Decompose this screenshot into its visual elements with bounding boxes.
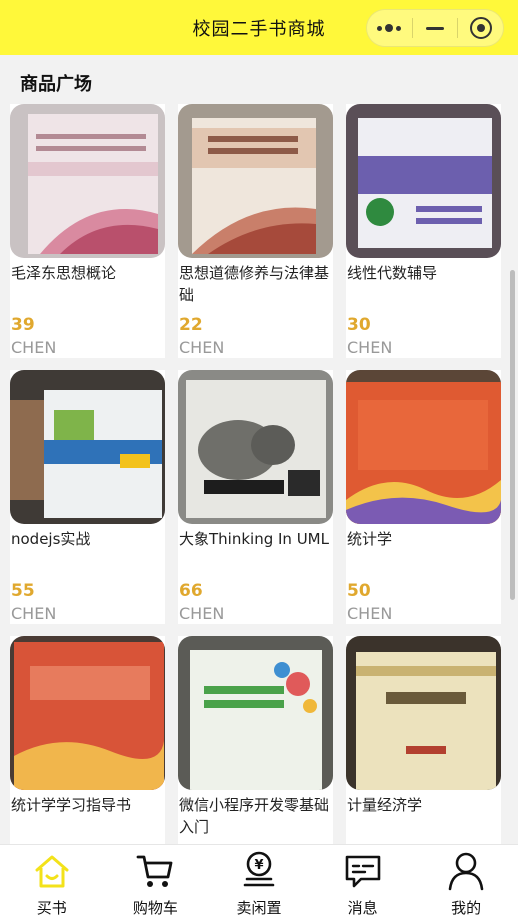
close-button[interactable] (458, 10, 503, 46)
product-cover-image[interactable] (178, 370, 333, 524)
tab-label: 我的 (451, 899, 482, 917)
product-cover-image[interactable] (346, 370, 501, 524)
user-icon (444, 849, 488, 893)
product-price: 66 (179, 581, 203, 601)
section-title: 商品广场 (20, 74, 92, 95)
tab-messages[interactable]: 消息 (311, 845, 415, 920)
product-card[interactable]: nodejs实战 55 CHEN (10, 370, 165, 624)
product-name: 计量经济学 (347, 796, 423, 814)
product-cover-image[interactable] (10, 636, 165, 790)
product-seller: CHEN (347, 604, 393, 623)
sell-icon: ¥ (237, 849, 281, 893)
product-price: 50 (347, 581, 371, 601)
product-seller: CHEN (347, 338, 393, 357)
message-icon (341, 849, 385, 893)
product-cover-image[interactable] (346, 104, 501, 258)
product-card[interactable]: 思想道德修养与法律基础 22 CHEN (178, 104, 333, 358)
product-name: 思想道德修养与法律基础 (179, 264, 330, 304)
product-seller: CHEN (11, 604, 57, 623)
more-dots-icon (377, 24, 402, 32)
minimize-icon (426, 26, 444, 30)
product-cover-image[interactable] (178, 104, 333, 258)
product-card[interactable]: 统计学 50 CHEN (346, 370, 501, 624)
tab-sell[interactable]: ¥ 卖闲置 (207, 845, 311, 920)
product-cover-image[interactable] (178, 636, 333, 790)
tab-cart[interactable]: 购物车 (104, 845, 208, 920)
product-cover-image[interactable] (10, 370, 165, 524)
mini-program-capsule (366, 9, 504, 47)
product-seller: CHEN (179, 338, 225, 357)
product-price: 39 (11, 315, 35, 335)
product-name: 微信小程序开发零基础入门 (179, 796, 330, 836)
product-cover-image[interactable] (346, 636, 501, 790)
product-seller: CHEN (11, 338, 57, 357)
product-name: 统计学学习指导书 (11, 796, 132, 814)
product-seller: CHEN (179, 604, 225, 623)
product-name: 线性代数辅导 (347, 264, 438, 282)
tab-label: 卖闲置 (236, 899, 282, 917)
product-name: 统计学 (347, 530, 393, 548)
product-name: nodejs实战 (11, 530, 91, 548)
product-card[interactable]: 线性代数辅导 30 CHEN (346, 104, 501, 358)
product-price: 22 (179, 315, 203, 335)
cart-icon (133, 849, 177, 893)
product-grid: 毛泽东思想概论 39 CHEN 思想道德修养与法律基础 22 CHEN 线性代数… (10, 104, 501, 890)
tab-label: 购物车 (132, 899, 178, 917)
top-bar: 校园二手书商城 (0, 0, 518, 55)
product-name: 毛泽东思想概论 (11, 264, 117, 282)
svg-text:¥: ¥ (254, 858, 263, 873)
product-cover-image[interactable] (10, 104, 165, 258)
tab-label: 消息 (347, 899, 378, 917)
product-card[interactable]: 毛泽东思想概论 39 CHEN (10, 104, 165, 358)
home-icon (30, 849, 74, 893)
product-price: 55 (11, 581, 35, 601)
more-button[interactable] (367, 10, 412, 46)
bottom-tab-bar: 买书 购物车 ¥ 卖闲置 消息 我的 (0, 844, 518, 920)
scrollbar[interactable] (510, 270, 515, 600)
product-price: 30 (347, 315, 371, 335)
close-target-icon (469, 17, 492, 39)
product-card[interactable]: 大象Thinking In UML 66 CHEN (178, 370, 333, 624)
tab-profile[interactable]: 我的 (414, 845, 518, 920)
tab-label: 买书 (36, 899, 67, 917)
minimize-button[interactable] (413, 10, 458, 46)
tab-buy[interactable]: 买书 (0, 845, 104, 920)
page-title: 校园二手书商城 (192, 18, 326, 40)
product-name: 大象Thinking In UML (179, 530, 329, 548)
